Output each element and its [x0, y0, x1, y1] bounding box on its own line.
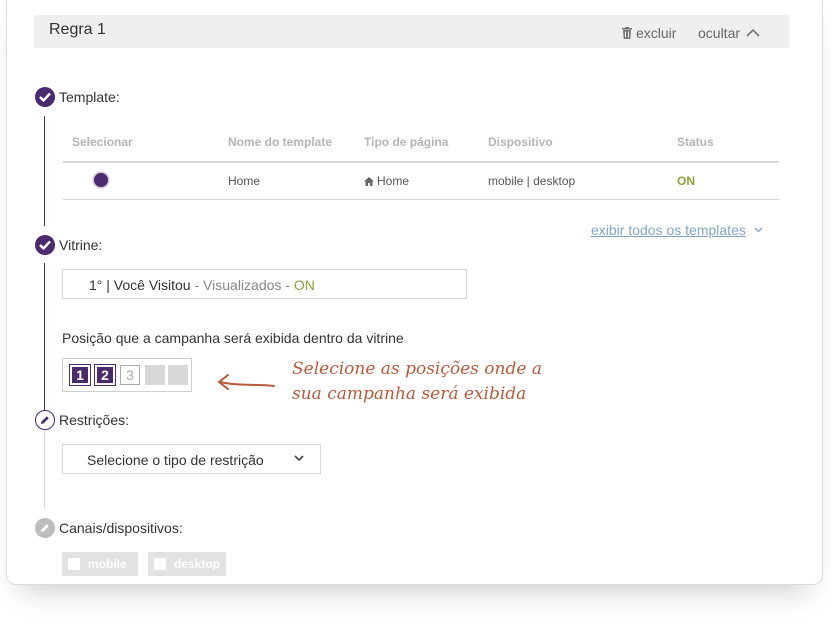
- show-all-templates-link[interactable]: exibir todos os templates: [591, 222, 763, 238]
- pencil-circle-icon: [35, 410, 55, 430]
- position-slot-4[interactable]: [145, 365, 165, 385]
- position-slot-2[interactable]: 2: [95, 365, 115, 385]
- annotation-line-2: sua campanha será exibida: [292, 384, 527, 404]
- channel-option-mobile[interactable]: mobile: [62, 552, 138, 576]
- vitrine-selection-box[interactable]: 1° | Você Visitou - Visualizados - ON: [62, 269, 467, 299]
- position-label: Posição que a campanha será exibida dent…: [62, 330, 404, 346]
- restrictions-step-label: Restrições:: [59, 412, 130, 428]
- col-header-status: Status: [668, 123, 779, 163]
- rule-title: Regra 1: [49, 21, 106, 38]
- position-selector: 1 2 3: [62, 358, 192, 392]
- page-type-text: Home: [377, 174, 410, 188]
- template-table: Selecionar Nome do template Tipo de pági…: [63, 123, 779, 200]
- col-header-name: Nome do template: [219, 123, 355, 163]
- mobile-label: mobile: [88, 557, 127, 571]
- trash-icon: [622, 27, 632, 39]
- vitrine-step-line: [44, 263, 45, 410]
- desktop-checkbox[interactable]: [154, 558, 166, 570]
- col-header-page-type: Tipo de página: [355, 123, 479, 163]
- status-cell: ON: [668, 162, 779, 200]
- home-icon: [364, 177, 374, 186]
- restriction-type-select[interactable]: Selecione o tipo de restrição: [62, 444, 321, 474]
- channels-step-label: Canais/dispositivos:: [59, 520, 183, 536]
- template-name-cell: Home: [219, 162, 355, 200]
- channel-option-desktop[interactable]: desktop: [148, 552, 226, 576]
- pencil-circle-icon: [35, 518, 55, 538]
- chevron-up-icon: [746, 28, 760, 37]
- template-step-line: [44, 116, 45, 226]
- delete-button[interactable]: excluir: [622, 25, 676, 41]
- vitrine-status: ON: [293, 277, 315, 293]
- template-table-header: Selecionar Nome do template Tipo de pági…: [63, 123, 779, 163]
- position-slot-1[interactable]: 1: [70, 365, 90, 385]
- check-circle-icon: [35, 235, 55, 255]
- vitrine-name: 1° | Você Visitou: [89, 277, 191, 293]
- hide-label: ocultar: [698, 25, 741, 41]
- vitrine-step-label: Vitrine:: [59, 237, 103, 253]
- annotation-arrow-icon: [218, 374, 275, 390]
- annotation-line-1: Selecione as posições onde a: [292, 359, 542, 379]
- page-type-cell: Home: [355, 162, 479, 200]
- chevron-down-icon: [754, 227, 763, 233]
- col-header-select: Selecionar: [63, 123, 219, 163]
- col-header-device: Dispositivo: [479, 123, 668, 163]
- template-step-label: Template:: [59, 89, 120, 105]
- chevron-down-icon: [294, 455, 304, 462]
- mobile-checkbox[interactable]: [68, 558, 80, 570]
- annotation-text: Selecione as posições onde a sua campanh…: [292, 357, 542, 407]
- delete-label: excluir: [636, 25, 677, 41]
- position-slot-3[interactable]: 3: [120, 365, 140, 385]
- template-radio[interactable]: [93, 171, 109, 188]
- rule-header: Regra 1 excluir ocultar: [34, 15, 789, 48]
- show-all-templates-label: exibir todos os templates: [591, 222, 746, 238]
- restriction-select-value: Selecione o tipo de restrição: [87, 452, 264, 468]
- desktop-label: desktop: [174, 557, 221, 571]
- restrictions-step-line: [44, 430, 45, 508]
- device-cell: mobile | desktop: [479, 162, 668, 200]
- hide-button[interactable]: ocultar: [698, 25, 760, 41]
- vitrine-type: - Visualizados -: [190, 277, 294, 293]
- check-circle-icon: [35, 87, 55, 107]
- position-slot-5[interactable]: [168, 365, 188, 385]
- table-row[interactable]: Home Home mobile | desktop ON: [63, 162, 779, 200]
